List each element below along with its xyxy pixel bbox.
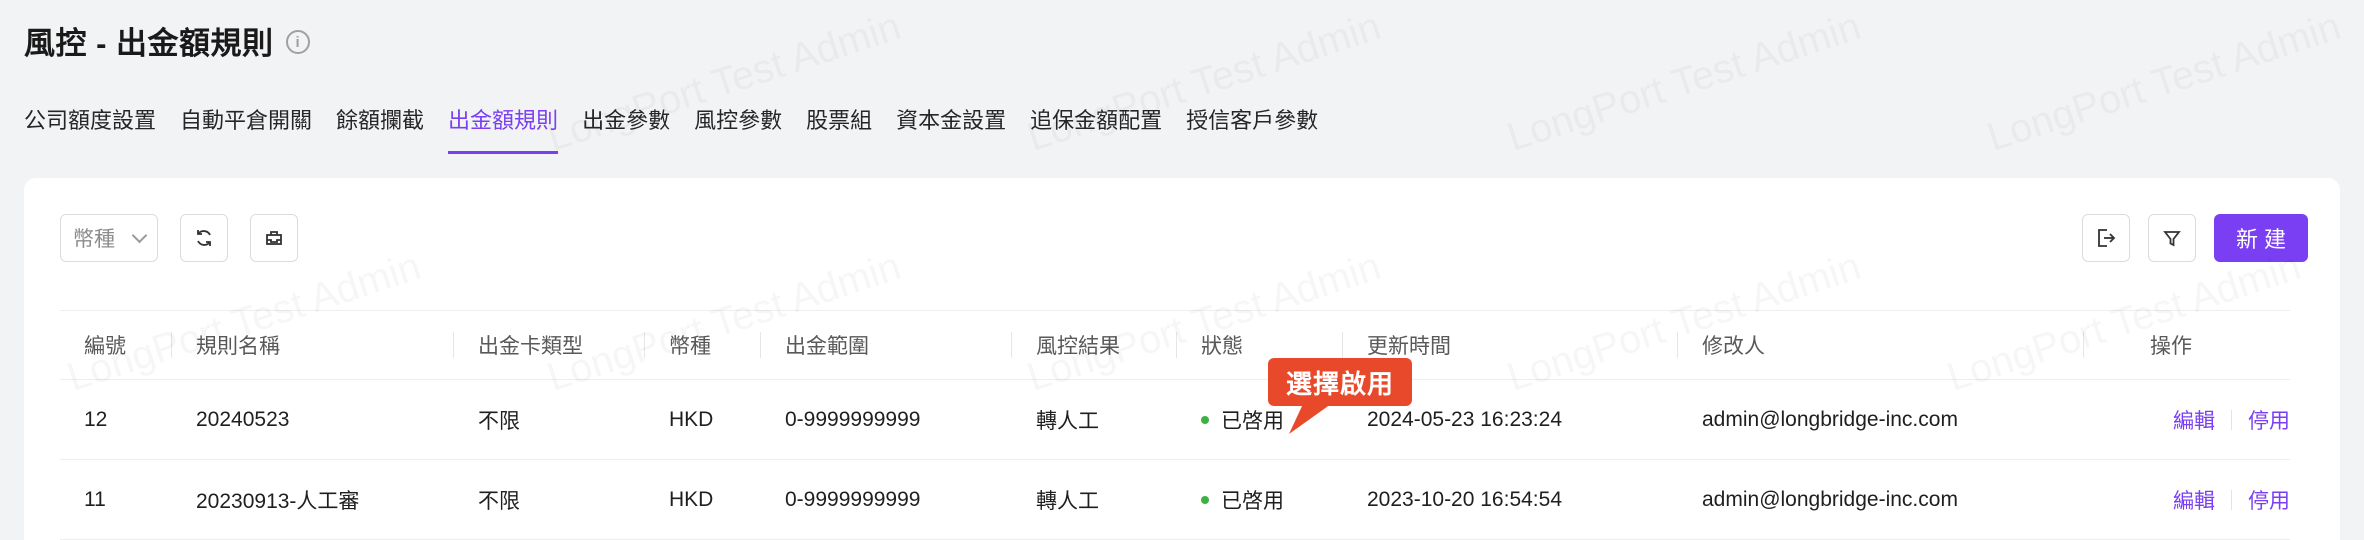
action-divider xyxy=(2231,409,2232,430)
filter-icon xyxy=(2163,231,2181,247)
cell-modifier: admin@longbridge-inc.com xyxy=(1702,487,1958,511)
import-button[interactable] xyxy=(250,214,298,262)
status-label: 已啓用 xyxy=(1221,489,1284,513)
callout-annotation: 選擇啟用 xyxy=(1268,358,1413,406)
column-header-name: 規則名稱 xyxy=(172,310,454,380)
tab-balance-intercept[interactable]: 餘額攔截 xyxy=(324,100,436,154)
cell-range: 0-9999999999 xyxy=(785,407,921,431)
column-header-currency: 幣種 xyxy=(645,310,761,380)
tab-withdrawal-params[interactable]: 出金參數 xyxy=(570,100,682,154)
tab-margin-call-config[interactable]: 追保金額配置 xyxy=(1018,100,1174,154)
disable-link[interactable]: 停用 xyxy=(2248,485,2290,515)
export-button[interactable] xyxy=(2082,214,2130,262)
tab-risk-params[interactable]: 風控參數 xyxy=(682,100,794,154)
tab-stock-group[interactable]: 股票組 xyxy=(794,100,884,154)
column-header-result: 風控結果 xyxy=(1012,310,1177,380)
cell-name: 20230913-人工審 xyxy=(196,489,360,513)
column-header-id: 編號 xyxy=(60,310,172,380)
refresh-button[interactable] xyxy=(180,214,228,262)
tab-withdrawal-rules[interactable]: 出金額規則 xyxy=(448,100,559,154)
currency-select-placeholder: 幣種 xyxy=(73,228,115,251)
tab-bar: 公司額度設置 自動平倉開關 餘額攔截 出金額規則 出金參數 風控參數 股票組 資… xyxy=(24,100,1330,154)
rules-table: 編號 規則名稱 出金卡類型 幣種 出金範圍 風控結果 狀態 更新時間 修改人 操… xyxy=(60,310,2290,540)
cell-updated: 2023-10-20 16:54:54 xyxy=(1367,487,1562,511)
table-header: 編號 規則名稱 出金卡類型 幣種 出金範圍 風控結果 狀態 更新時間 修改人 操… xyxy=(60,310,2290,380)
info-icon[interactable]: i xyxy=(285,30,310,54)
cell-result: 轉人工 xyxy=(1036,489,1099,513)
export-icon xyxy=(2098,229,2116,247)
tab-auto-liquidation[interactable]: 自動平倉開關 xyxy=(168,100,324,154)
tab-credit-client-params[interactable]: 授信客戶參數 xyxy=(1174,100,1330,154)
cell-status: 已啓用 xyxy=(1177,460,1343,540)
content-card: 幣種 新建 編號 規則名稱 出金卡類型 幣種 出金範圍 風控結果 狀態 更新時間… xyxy=(24,178,2340,540)
cell-card-type: 不限 xyxy=(478,489,520,513)
table-row: 11 20230913-人工審 不限 HKD 0-9999999999 轉人工 … xyxy=(60,460,2290,540)
new-button[interactable]: 新建 xyxy=(2214,214,2308,262)
cell-id: 11 xyxy=(84,487,106,511)
status-dot xyxy=(1201,415,1209,424)
cell-actions: 編輯 停用 xyxy=(2084,380,2290,460)
column-header-actions: 操作 xyxy=(2150,335,2192,358)
column-header-modifier: 修改人 xyxy=(1678,310,2084,380)
inbox-icon xyxy=(266,231,282,245)
edit-link[interactable]: 編輯 xyxy=(2173,485,2215,515)
cell-modifier: admin@longbridge-inc.com xyxy=(1702,407,1958,431)
page-title: 風控 - 出金額規則 xyxy=(24,25,274,61)
cell-currency: HKD xyxy=(669,487,714,511)
filter-button[interactable] xyxy=(2148,214,2196,262)
currency-select[interactable]: 幣種 xyxy=(60,214,158,262)
watermark: LongPort Test Admin xyxy=(1982,4,2346,161)
cell-range: 0-9999999999 xyxy=(785,487,921,511)
cell-currency: HKD xyxy=(669,407,714,431)
action-divider xyxy=(2231,489,2232,510)
toolbar-right: 新建 xyxy=(2082,214,2308,262)
tab-capital-settings[interactable]: 資本金設置 xyxy=(884,100,1018,154)
toolbar-left: 幣種 xyxy=(60,214,298,262)
cell-id: 12 xyxy=(84,407,108,431)
disable-link[interactable]: 停用 xyxy=(2248,405,2290,435)
edit-link[interactable]: 編輯 xyxy=(2173,405,2215,435)
column-header-range: 出金範圍 xyxy=(761,310,1012,380)
cell-card-type: 不限 xyxy=(478,409,520,433)
cell-result: 轉人工 xyxy=(1036,409,1099,433)
tab-company-quota[interactable]: 公司額度設置 xyxy=(24,100,168,154)
chevron-down-icon xyxy=(131,227,148,243)
column-header-card-type: 出金卡類型 xyxy=(454,310,645,380)
cell-actions: 編輯 停用 xyxy=(2084,460,2290,540)
table-row: 12 20240523 不限 HKD 0-9999999999 轉人工 已啓用 … xyxy=(60,380,2290,460)
page-header: 風控 - 出金額規則 i xyxy=(24,18,310,62)
refresh-icon xyxy=(197,230,211,246)
status-label: 已啓用 xyxy=(1221,409,1284,433)
watermark: LongPort Test Admin xyxy=(1502,4,1866,161)
status-dot xyxy=(1201,495,1209,504)
cell-name: 20240523 xyxy=(196,407,290,431)
